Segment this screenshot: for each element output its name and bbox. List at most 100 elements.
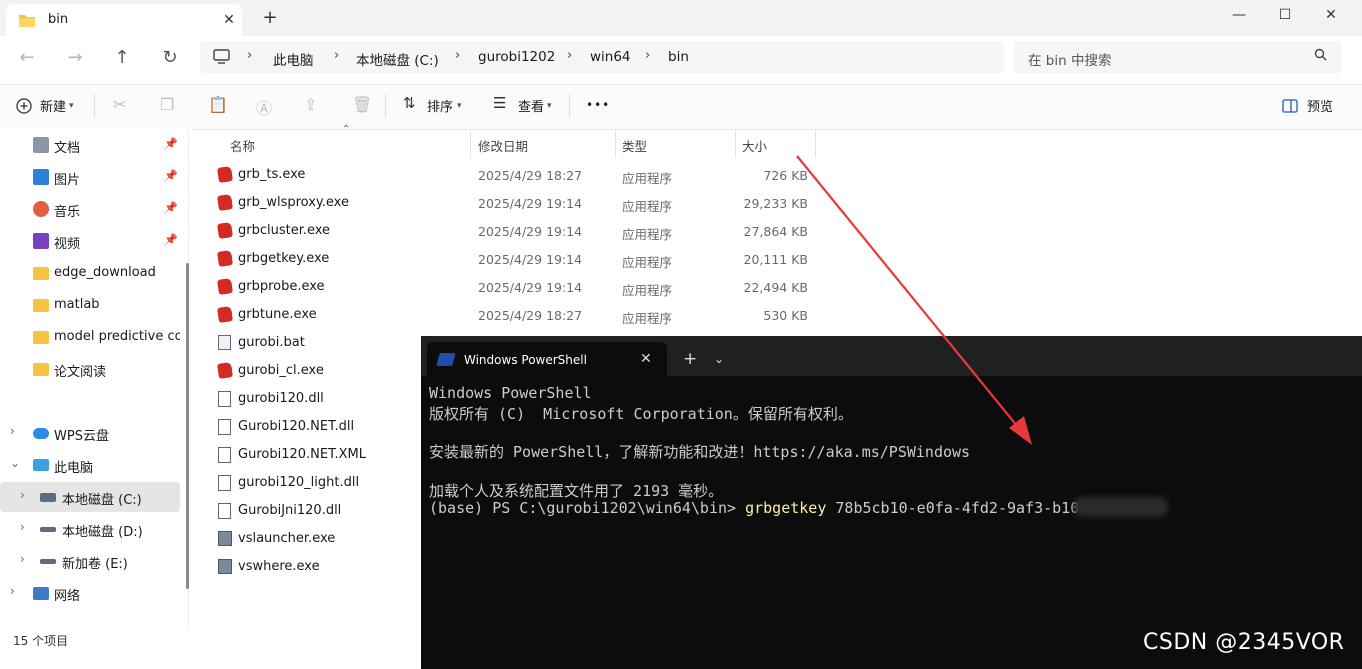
sidebar-item-this-pc[interactable]: ⌄ 此电脑 (0, 450, 180, 480)
file-row[interactable]: grbgetkey.exe 2025/4/29 19:14 应用程序 20,111 K… (210, 245, 1076, 273)
forward-button[interactable]: → (60, 44, 90, 72)
minimize-button[interactable]: — (1216, 0, 1262, 30)
red-exe-icon (217, 194, 233, 211)
share-icon[interactable]: ⇪ (304, 95, 317, 114)
toolbar-divider (569, 94, 570, 118)
close-window-button[interactable]: ✕ (1308, 0, 1354, 30)
file-type: 应用程序 (622, 255, 673, 270)
sidebar-item-drive-c[interactable]: › 本地磁盘 (C:) (0, 482, 180, 512)
delete-icon[interactable]: 🗑 (352, 95, 372, 114)
console-argument: 78b5cb10-e0fa-4fd2-9af3-b10 (826, 499, 1080, 517)
sidebar-item-model-predictive-control[interactable]: model predictive control (0, 322, 180, 352)
sort-button[interactable]: 排序 (427, 96, 453, 115)
sidebar-item-label: 本地磁盘 (D:) (62, 525, 143, 540)
powershell-tab-close-icon[interactable]: ✕ (640, 351, 652, 367)
folder-icon (19, 15, 35, 27)
drive-icon (40, 493, 56, 502)
up-button[interactable]: ↑ (107, 44, 137, 72)
new-button[interactable]: 新建 (40, 96, 66, 115)
sidebar-item-label: edge_download (54, 265, 156, 280)
file-row[interactable]: grb_ts.exe 2025/4/29 18:27 应用程序 726 KB (210, 161, 1076, 189)
command-bar (0, 84, 1362, 130)
sidebar-item-network[interactable]: › 网络 (0, 578, 180, 608)
file-size: 29,233 KB (743, 196, 808, 211)
column-header-type[interactable]: 类型 (622, 136, 647, 155)
file-name: Gurobi120.NET.dll (238, 419, 355, 434)
view-button[interactable]: 查看 (518, 96, 544, 115)
sidebar-item-matlab[interactable]: matlab (0, 290, 180, 320)
file-size: 27,864 KB (743, 224, 808, 239)
music-icon (33, 201, 49, 217)
breadcrumb-item[interactable]: bin (668, 49, 689, 65)
file-row[interactable]: grbcluster.exe 2025/4/29 19:14 应用程序 27,864 … (210, 217, 1076, 245)
more-options-button[interactable]: ••• (586, 98, 610, 112)
sidebar-item-documents[interactable]: 文档 📌 (0, 130, 180, 160)
file-name: grbgetkey.exe (238, 251, 330, 266)
chevron-right-icon[interactable]: › (20, 520, 25, 534)
file-type: 应用程序 (622, 227, 673, 242)
file-row[interactable]: grbprobe.exe 2025/4/29 19:14 应用程序 22,494 KB (210, 273, 1076, 301)
sidebar-item-drive-e[interactable]: › 新加卷 (E:) (0, 546, 180, 576)
chevron-down-icon[interactable]: ⌄ (10, 456, 20, 470)
file-type: 应用程序 (622, 283, 673, 298)
folder-icon (33, 267, 49, 280)
chevron-right-icon[interactable]: › (20, 488, 25, 502)
chevron-right-icon[interactable]: › (10, 584, 15, 598)
rename-icon[interactable]: Ⓐ (256, 95, 272, 119)
sidebar-item-paper-reading[interactable]: 论文阅读 (0, 354, 180, 384)
sidebar-item-pictures[interactable]: 图片 📌 (0, 162, 180, 192)
console-line: 安装最新的 PowerShell，了解新功能和改进！https://aka.ms… (429, 443, 971, 461)
sidebar-item-edge-download[interactable]: edge_download (0, 258, 180, 288)
dll-icon (218, 503, 231, 519)
pin-icon: 📌 (164, 137, 178, 150)
chevron-right-icon[interactable]: › (10, 424, 15, 438)
red-exe-icon (217, 306, 233, 323)
app-exe-icon (218, 559, 232, 574)
maximize-button[interactable]: ☐ (1262, 0, 1308, 30)
chevron-right-icon[interactable]: › (20, 552, 25, 566)
breadcrumb-separator: › (455, 48, 461, 63)
pin-icon: 📌 (164, 233, 178, 246)
file-size: 20,111 KB (743, 252, 808, 267)
new-tab-button[interactable]: + (258, 7, 282, 29)
powershell-new-tab-button[interactable]: + (683, 349, 697, 369)
console-prompt: (base) PS C:\gurobi1202\win64\bin> (429, 499, 746, 517)
breadcrumb-separator: › (645, 48, 651, 63)
file-date: 2025/4/29 18:27 (478, 168, 583, 183)
refresh-button[interactable]: ↻ (155, 44, 185, 72)
search-icon[interactable] (1314, 48, 1327, 61)
file-name: grbcluster.exe (238, 223, 331, 238)
column-header-name[interactable]: 名称 (230, 136, 255, 155)
console-prompt-line[interactable]: (base) PS C:\gurobi1202\win64\bin> grbge… (429, 499, 1079, 517)
red-exe-icon (217, 250, 233, 267)
back-button[interactable]: ← (12, 44, 42, 72)
sidebar-item-drive-d[interactable]: › 本地磁盘 (D:) (0, 514, 180, 544)
powershell-dropdown-button[interactable]: ⌄ (714, 352, 724, 366)
column-header-date[interactable]: 修改日期 (478, 136, 528, 155)
tab-close-icon[interactable]: ✕ (218, 9, 240, 31)
file-row[interactable]: grb_wlsproxy.exe 2025/4/29 19:14 应用程序 29,23… (210, 189, 1076, 217)
sidebar-item-label: model predictive control (54, 329, 180, 344)
sidebar-item-wps-cloud[interactable]: › WPS云盘 (0, 418, 180, 448)
preview-button[interactable]: 预览 (1307, 96, 1333, 115)
file-type: 应用程序 (622, 171, 673, 186)
column-header-size[interactable]: 大小 (742, 136, 767, 155)
sidebar-item-videos[interactable]: 视频 📌 (0, 226, 180, 256)
breadcrumb-item[interactable]: gurobi1202 (478, 49, 555, 65)
breadcrumb-item[interactable]: win64 (590, 49, 631, 65)
cloud-icon (33, 428, 49, 439)
sidebar-item-music[interactable]: 音乐 📌 (0, 194, 180, 224)
sidebar-scrollbar[interactable] (186, 263, 189, 589)
column-separator (615, 130, 616, 158)
dll-icon (218, 391, 231, 407)
file-size: 530 KB (763, 308, 808, 323)
cut-icon[interactable]: ✂ (113, 95, 126, 114)
breadcrumb-item[interactable]: 此电脑 (273, 49, 314, 69)
breadcrumb-item[interactable]: 本地磁盘 (C:) (356, 49, 439, 69)
explorer-tab[interactable]: bin ✕ (6, 4, 242, 36)
dll-icon (218, 419, 231, 435)
paste-icon[interactable]: 📋 (208, 95, 228, 114)
copy-icon[interactable]: ❐ (160, 95, 174, 114)
file-name: gurobi120.dll (238, 391, 324, 406)
file-row[interactable]: grbtune.exe 2025/4/29 18:27 应用程序 530 KB (210, 301, 1076, 329)
